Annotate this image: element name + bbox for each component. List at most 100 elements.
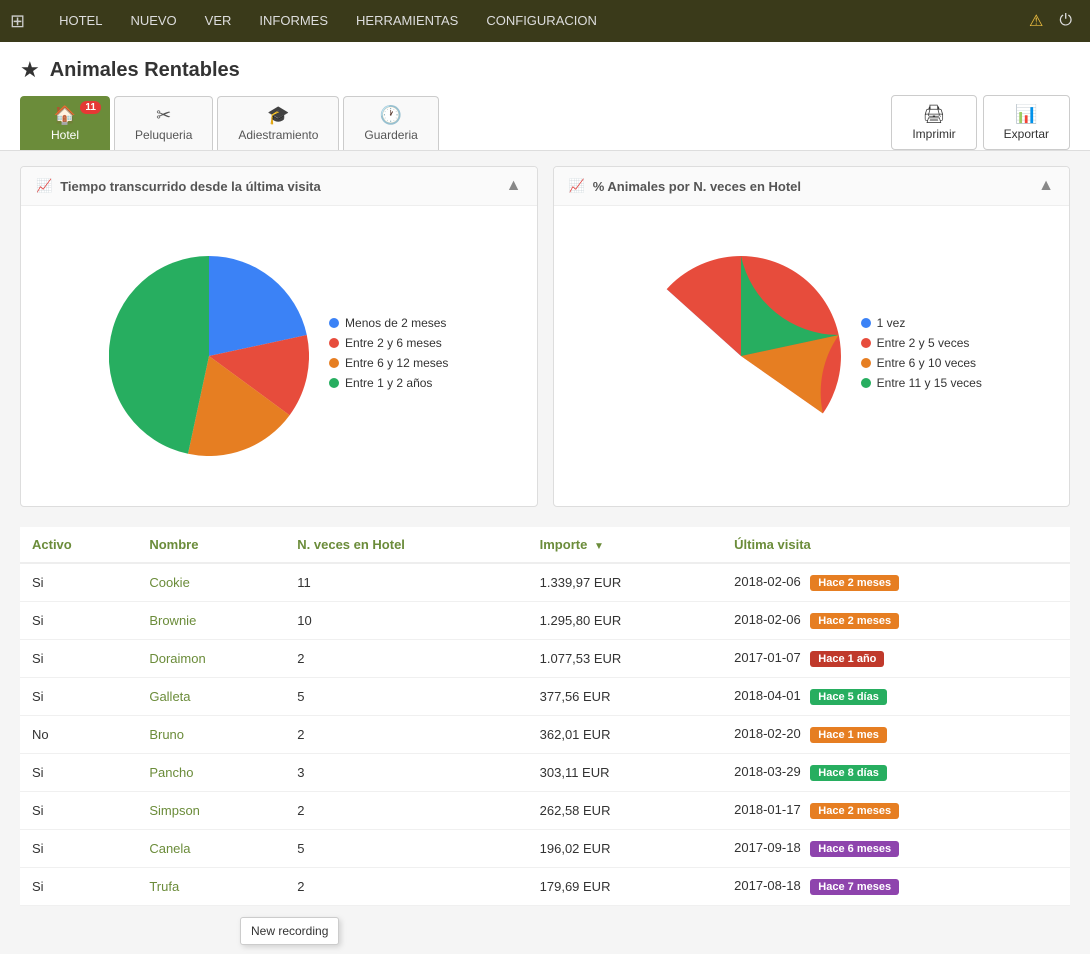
imprimir-button[interactable]: 🖨 Imprimir (891, 95, 976, 150)
grid-icon[interactable]: ⊞ (10, 11, 25, 32)
chart-left-collapse[interactable]: ▲ (506, 177, 522, 195)
animal-name-link[interactable]: Pancho (149, 765, 193, 780)
legend-label: Entre 1 y 2 años (345, 376, 432, 390)
cell-nombre[interactable]: Cookie (137, 563, 285, 602)
cell-activo: Si (20, 640, 137, 678)
cell-visitas: 10 (285, 602, 527, 640)
table-row: No Bruno 2 362,01 EUR 2018-02-20 Hace 1 … (20, 716, 1070, 754)
legend-item: Entre 6 y 12 meses (329, 356, 448, 370)
col-ultima[interactable]: Última visita (722, 527, 1070, 563)
chart-left-title: Tiempo transcurrido desde la última visi… (60, 179, 321, 194)
nav-ver[interactable]: VER (191, 0, 246, 42)
animal-name-link[interactable]: Galleta (149, 689, 190, 704)
exportar-button[interactable]: 📊 Exportar (983, 95, 1070, 150)
cell-visitas: 5 (285, 830, 527, 868)
tab-peluqueria[interactable]: ✂ Peluqueria (114, 96, 213, 150)
legend-label: Entre 6 y 10 veces (877, 356, 976, 370)
nav-informes[interactable]: INFORMES (245, 0, 342, 42)
sort-icon: ▼ (594, 541, 604, 552)
visit-badge: Hace 8 días (810, 765, 887, 781)
pie-left-svg (109, 256, 309, 456)
legend-label: Entre 6 y 12 meses (345, 356, 448, 370)
chart-right-legend: 1 vez Entre 2 y 5 veces Entre 6 y 10 vec… (861, 316, 982, 396)
visit-badge: Hace 7 meses (810, 879, 899, 895)
nav-nuevo[interactable]: NUEVO (116, 0, 190, 42)
col-importe[interactable]: Importe ▼ (528, 527, 723, 563)
cell-visitas: 11 (285, 563, 527, 602)
visit-badge: Hace 6 meses (810, 841, 899, 857)
nav-hotel[interactable]: HOTEL (45, 0, 116, 42)
cell-importe: 1.339,97 EUR (528, 563, 723, 602)
page-title: Animales Rentables (50, 59, 240, 82)
table-wrapper: Activo Nombre N. veces en Hotel Importe … (20, 527, 1070, 906)
legend-label: Entre 11 y 15 veces (877, 376, 982, 390)
trend-icon-left: 📈 (36, 178, 52, 194)
table-header-row: Activo Nombre N. veces en Hotel Importe … (20, 527, 1070, 563)
table-row: Si Brownie 10 1.295,80 EUR 2018-02-06 Ha… (20, 602, 1070, 640)
table-row: Si Doraimon 2 1.077,53 EUR 2017-01-07 Ha… (20, 640, 1070, 678)
cell-ultima: 2017-09-18 Hace 6 meses (722, 830, 1070, 868)
cell-nombre[interactable]: Doraimon (137, 640, 285, 678)
charts-row: 📈 Tiempo transcurrido desde la última vi… (20, 166, 1070, 507)
visit-badge: Hace 2 meses (810, 803, 899, 819)
alert-icon[interactable]: ⚠ (1021, 11, 1051, 31)
cell-activo: Si (20, 602, 137, 640)
main-content: 📈 Tiempo transcurrido desde la última vi… (0, 151, 1090, 921)
tab-hotel[interactable]: 🏠 Hotel 11 (20, 96, 110, 150)
tab-adiestramiento[interactable]: 🎓 Adiestramiento (217, 96, 339, 150)
animal-name-link[interactable]: Trufa (149, 879, 179, 894)
cell-nombre[interactable]: Trufa (137, 868, 285, 906)
cell-ultima: 2018-02-06 Hace 2 meses (722, 602, 1070, 640)
cell-visitas: 2 (285, 868, 527, 906)
legend-label: Entre 2 y 5 veces (877, 336, 970, 350)
animal-name-link[interactable]: Canela (149, 841, 190, 856)
cell-ultima: 2017-01-07 Hace 1 año (722, 640, 1070, 678)
visit-badge: Hace 1 año (810, 651, 884, 667)
nav-configuracion[interactable]: CONFIGURACION (472, 0, 611, 42)
cell-activo: Si (20, 792, 137, 830)
legend-item: Entre 2 y 6 meses (329, 336, 448, 350)
col-nombre[interactable]: Nombre (137, 527, 285, 563)
table-row: Si Simpson 2 262,58 EUR 2018-01-17 Hace … (20, 792, 1070, 830)
nav-herramientas[interactable]: HERRAMIENTAS (342, 0, 472, 42)
cell-importe: 362,01 EUR (528, 716, 723, 754)
pie-right-svg (641, 256, 841, 456)
visit-badge: Hace 1 mes (810, 727, 887, 743)
col-visitas[interactable]: N. veces en Hotel (285, 527, 527, 563)
cell-activo: Si (20, 868, 137, 906)
cell-importe: 377,56 EUR (528, 678, 723, 716)
cell-ultima: 2018-02-20 Hace 1 mes (722, 716, 1070, 754)
cell-nombre[interactable]: Galleta (137, 678, 285, 716)
tab-guarderia[interactable]: 🕐 Guarderia (343, 96, 438, 150)
animal-name-link[interactable]: Bruno (149, 727, 184, 742)
legend-dot (861, 378, 871, 388)
legend-label: Menos de 2 meses (345, 316, 446, 330)
animal-name-link[interactable]: Doraimon (149, 651, 205, 666)
legend-item: Entre 6 y 10 veces (861, 356, 982, 370)
cell-visitas: 2 (285, 640, 527, 678)
cell-activo: Si (20, 754, 137, 792)
cell-nombre[interactable]: Brownie (137, 602, 285, 640)
chart-right-collapse[interactable]: ▲ (1038, 177, 1054, 195)
col-activo[interactable]: Activo (20, 527, 137, 563)
cell-nombre[interactable]: Simpson (137, 792, 285, 830)
cell-nombre[interactable]: Canela (137, 830, 285, 868)
table-row: Si Trufa 2 179,69 EUR 2017-08-18 Hace 7 … (20, 868, 1070, 906)
legend-item: Entre 11 y 15 veces (861, 376, 982, 390)
cell-nombre[interactable]: Bruno (137, 716, 285, 754)
legend-dot (329, 318, 339, 328)
trend-icon-right: 📈 (569, 178, 585, 194)
animal-name-link[interactable]: Simpson (149, 803, 200, 818)
animal-name-link[interactable]: Cookie (149, 575, 189, 590)
cell-visitas: 2 (285, 716, 527, 754)
tabs-right: 🖨 Imprimir 📊 Exportar (891, 95, 1070, 150)
adiestramiento-tab-icon: 🎓 (267, 105, 289, 126)
animal-name-link[interactable]: Brownie (149, 613, 196, 628)
cell-importe: 1.295,80 EUR (528, 602, 723, 640)
power-icon[interactable]: ⏻ (1051, 12, 1080, 30)
legend-dot (329, 338, 339, 348)
cell-importe: 303,11 EUR (528, 754, 723, 792)
top-navigation: ⊞ HOTEL NUEVO VER INFORMES HERRAMIENTAS … (0, 0, 1090, 42)
cell-nombre[interactable]: Pancho (137, 754, 285, 792)
legend-dot (861, 338, 871, 348)
